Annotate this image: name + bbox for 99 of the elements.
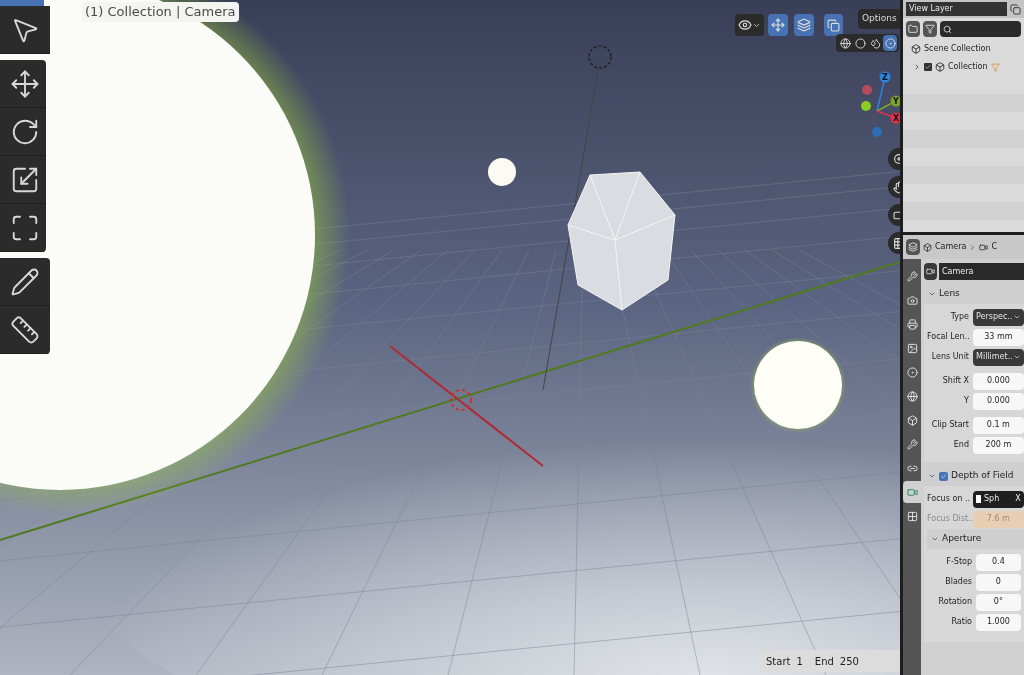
number-field[interactable]: 0.000 bbox=[973, 392, 1024, 410]
shading-icon bbox=[884, 37, 896, 49]
panel-title[interactable]: Lens bbox=[939, 287, 960, 301]
folder-icon bbox=[908, 24, 918, 34]
property-label: Focal Len.. bbox=[927, 331, 969, 343]
dropdown[interactable]: Perspec.. bbox=[973, 308, 1024, 326]
number-field[interactable]: 0.4 bbox=[976, 553, 1021, 571]
number-field[interactable]: 33 mm bbox=[973, 328, 1024, 346]
dropdown[interactable]: Millimet.. bbox=[973, 348, 1024, 366]
arrows-icon bbox=[771, 18, 785, 32]
data-type-button[interactable] bbox=[924, 263, 937, 280]
visibility-button[interactable] bbox=[735, 14, 764, 36]
clear-button[interactable]: X bbox=[1015, 493, 1021, 505]
annotate-tool-icon[interactable] bbox=[0, 258, 50, 306]
object-field[interactable]: Sph X bbox=[973, 490, 1024, 508]
layers-icon bbox=[797, 18, 811, 32]
xray-button[interactable] bbox=[824, 14, 843, 36]
measure-tool-icon[interactable] bbox=[0, 306, 50, 354]
caret-icon bbox=[1012, 353, 1021, 361]
property-label: Type bbox=[949, 311, 969, 323]
shading-mode-button[interactable] bbox=[853, 35, 867, 51]
property-label: Rotation bbox=[937, 596, 972, 608]
viewport-title: (1) Collection | Camera bbox=[82, 2, 239, 22]
negative-x-axis-handle[interactable] bbox=[862, 85, 872, 95]
breadcrumb-separator-icon bbox=[969, 243, 977, 251]
tab-icon bbox=[906, 294, 918, 306]
tab-icon bbox=[906, 390, 918, 402]
shading-mode-button[interactable] bbox=[838, 35, 852, 51]
end-label: End bbox=[814, 654, 834, 669]
negative-y-axis-handle[interactable] bbox=[861, 101, 871, 111]
shading-icon bbox=[839, 37, 851, 49]
tab-icon bbox=[906, 318, 918, 330]
tab-icon bbox=[906, 342, 918, 354]
end-frame-field[interactable]: 250 bbox=[839, 653, 859, 669]
collection-icon bbox=[935, 62, 945, 72]
camera-data-icon bbox=[979, 242, 989, 252]
checkbox[interactable] bbox=[939, 471, 948, 481]
property-label: F-Stop bbox=[945, 556, 972, 568]
property-label: Lens Unit bbox=[930, 351, 969, 363]
gizmo-button[interactable] bbox=[768, 14, 788, 36]
check-icon bbox=[940, 472, 947, 480]
move-tool-icon[interactable] bbox=[0, 60, 46, 108]
tab-icon bbox=[906, 486, 918, 498]
object-name: Sph bbox=[984, 493, 1001, 505]
filter-icon bbox=[990, 62, 1000, 72]
object-icon bbox=[976, 495, 981, 503]
number-field[interactable]: 200 m bbox=[973, 436, 1024, 454]
breadcrumb-item[interactable]: Camera bbox=[935, 241, 967, 253]
tab-icon bbox=[906, 366, 918, 378]
rotate-tool-icon[interactable] bbox=[0, 108, 46, 156]
outliner-item[interactable]: Collection bbox=[948, 61, 988, 73]
number-field[interactable]: 0.1 m bbox=[973, 416, 1024, 434]
overlay-button[interactable] bbox=[794, 14, 814, 36]
transform-tool-icon[interactable] bbox=[0, 204, 46, 252]
property-label: Shift X bbox=[941, 375, 969, 387]
shading-icon bbox=[854, 37, 866, 49]
property-label: Y bbox=[963, 395, 969, 407]
tab-icon bbox=[906, 438, 918, 450]
display-mode-button[interactable] bbox=[906, 21, 920, 37]
outliner-item[interactable]: Scene Collection bbox=[924, 43, 991, 55]
object-icon bbox=[923, 242, 932, 252]
cursor-tool-icon[interactable] bbox=[0, 6, 50, 54]
scale-tool-icon[interactable] bbox=[0, 156, 46, 204]
filter-button[interactable] bbox=[923, 21, 937, 37]
shading-icon bbox=[869, 37, 881, 49]
tab-icon bbox=[906, 414, 918, 426]
start-label: Start bbox=[766, 654, 791, 669]
collection-icon bbox=[911, 44, 921, 54]
options-button[interactable]: Options bbox=[858, 9, 900, 29]
view-layer-field[interactable]: View Layer bbox=[906, 2, 1007, 16]
axis-handle[interactable]: Z bbox=[876, 71, 891, 112]
layers-icon bbox=[908, 242, 918, 252]
checkbox[interactable] bbox=[924, 63, 932, 71]
filter-icon bbox=[925, 24, 935, 34]
negative-z-axis-handle[interactable] bbox=[872, 127, 882, 137]
property-label: End bbox=[952, 439, 969, 451]
eye-icon bbox=[738, 18, 752, 32]
property-label: Clip Start bbox=[930, 419, 969, 431]
property-label: Focus on .. bbox=[927, 493, 969, 505]
start-frame-field[interactable]: 1 bbox=[796, 653, 803, 669]
property-label: Ratio bbox=[950, 616, 972, 628]
search-field[interactable] bbox=[940, 21, 1021, 37]
copy-icon[interactable] bbox=[1010, 3, 1021, 15]
data-name-field[interactable]: Camera bbox=[939, 263, 1024, 280]
breadcrumb-item[interactable]: C bbox=[991, 241, 997, 253]
number-field[interactable]: 0.000 bbox=[973, 372, 1024, 390]
editor-type-button[interactable] bbox=[906, 239, 920, 255]
property-label: Blades bbox=[944, 576, 972, 588]
number-field[interactable]: 0° bbox=[976, 593, 1021, 611]
check-icon bbox=[925, 64, 931, 70]
shading-mode-button[interactable] bbox=[883, 35, 897, 51]
copy-icon bbox=[827, 18, 840, 32]
search-icon bbox=[943, 24, 952, 34]
tab-icon bbox=[906, 270, 918, 282]
number-field[interactable]: 1.000 bbox=[976, 613, 1021, 631]
caret-icon bbox=[1012, 313, 1021, 321]
tab-icon bbox=[906, 510, 918, 522]
camera-icon bbox=[926, 267, 935, 276]
number-field[interactable]: 0 bbox=[976, 573, 1021, 591]
